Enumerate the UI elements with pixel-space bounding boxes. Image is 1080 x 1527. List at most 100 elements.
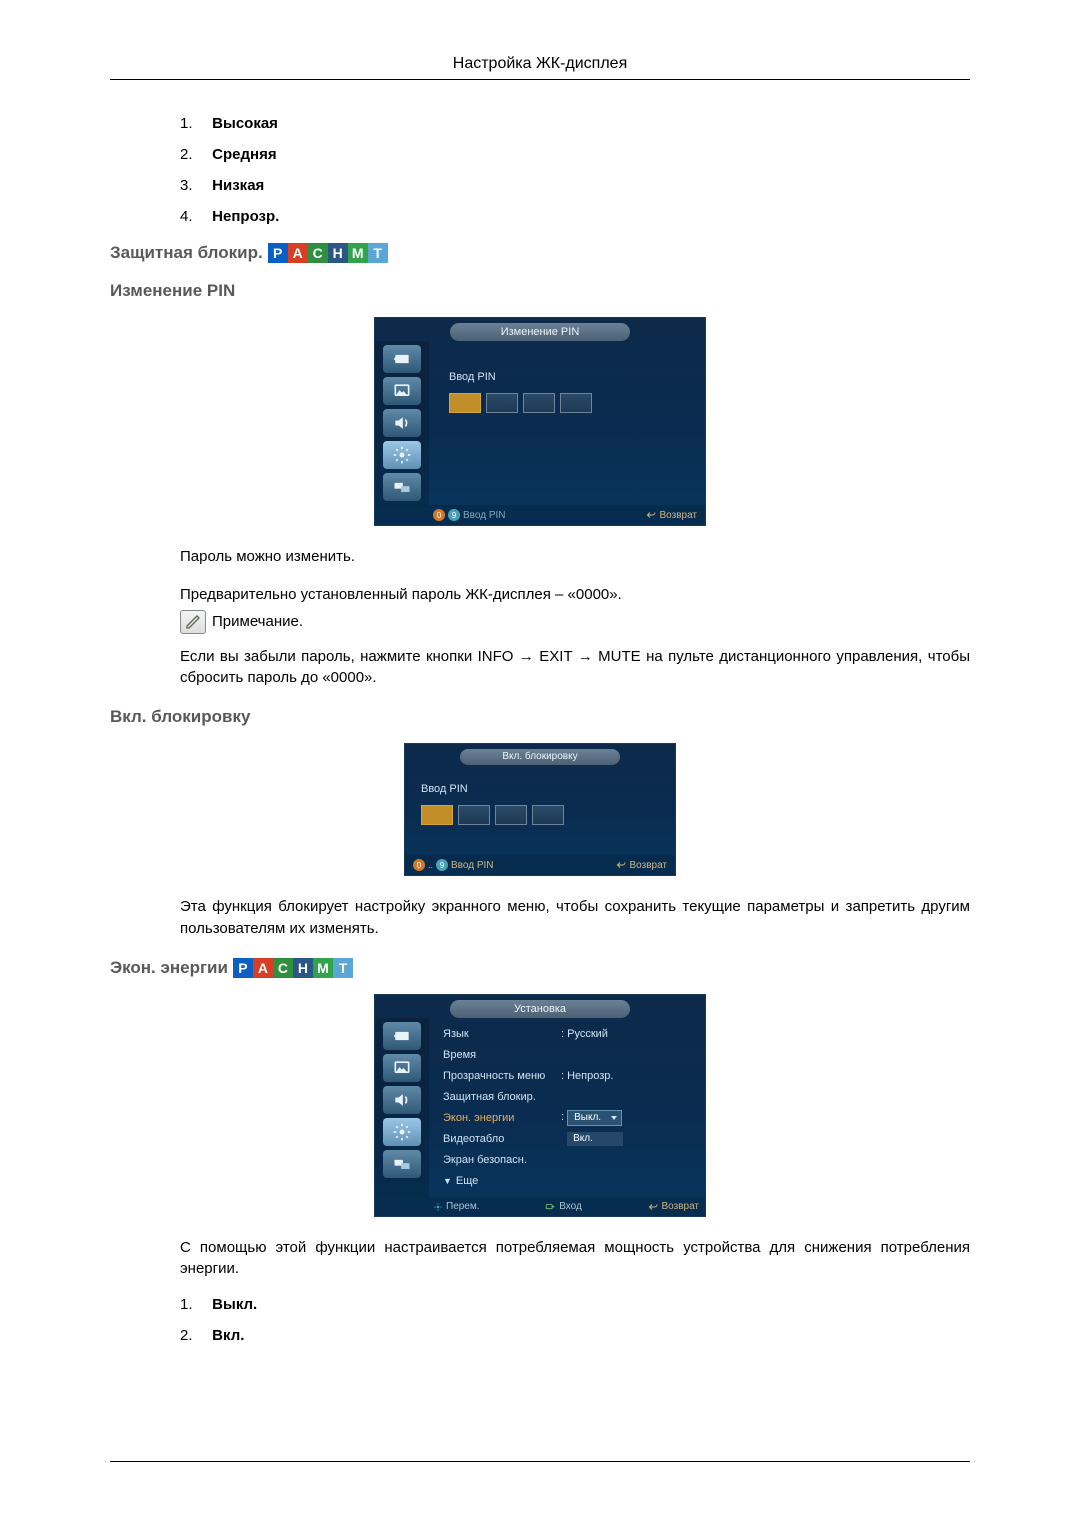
input-icon [383, 345, 421, 373]
p-icon: P [268, 243, 288, 263]
energy-options-list: 1. Выкл. 2. Вкл. [180, 1296, 970, 1344]
list-number: 3. [180, 177, 208, 194]
note-icon [180, 610, 206, 634]
menu-item-more: ▼ Еще [443, 1175, 478, 1187]
footer-enter-label: Вход [559, 1201, 582, 1212]
footer-left-label: Ввод PIN [463, 510, 506, 521]
settings-osd-screenshot: Установка Язык: Русский Время Прозрачнос… [374, 994, 706, 1217]
enter-pin-label: Ввод PIN [449, 371, 691, 383]
pin-digit-box [486, 393, 518, 413]
menu-value-language: : Русский [561, 1028, 695, 1040]
list-number: 2. [180, 146, 208, 163]
pin-digit-box [421, 805, 453, 825]
a-icon: A [253, 958, 273, 978]
footer-return-label: Возврат [662, 1201, 700, 1212]
osd-main: Ввод PIN [429, 341, 705, 505]
m-icon: M [313, 958, 333, 978]
enter-icon [544, 1202, 556, 1212]
pin-digit-box [495, 805, 527, 825]
list-number: 4. [180, 208, 208, 225]
menu-item-video-wall: Видеотабло [443, 1133, 561, 1145]
menu-item-screen-safety: Экран безопасн. [443, 1154, 561, 1166]
menu-value-transparency: : Непрозр. [561, 1070, 695, 1082]
h-icon: H [328, 243, 348, 263]
input-icon [383, 1022, 421, 1050]
list-label: Непрозр. [212, 208, 279, 225]
osd-footer: Перем. Вход Возврат [375, 1198, 705, 1216]
picture-icon [383, 1054, 421, 1082]
default-password-text: Предварительно установленный пароль ЖК-д… [180, 584, 970, 606]
pin-digit-box [449, 393, 481, 413]
enter-pin-label: Ввод PIN [421, 783, 659, 795]
energy-saving-heading: Экон. энергии P A C H M T [110, 958, 970, 978]
change-pin-osd-screenshot: Изменение PIN Ввод PIN [374, 317, 706, 526]
forgot-password-text: Если вы забыли пароль, нажмите кнопки IN… [180, 646, 970, 690]
list-item: 1. Высокая [180, 115, 970, 132]
security-lock-heading: Защитная блокир. P A C H M T [110, 243, 970, 263]
pin-digit-box [560, 393, 592, 413]
move-icon [433, 1202, 443, 1212]
list-label: Выкл. [212, 1296, 257, 1313]
pachmt-icon-strip: P A C H M T [233, 958, 353, 978]
pin-entry-row [449, 393, 691, 413]
osd-sidebar [375, 341, 429, 505]
list-item: 1. Выкл. [180, 1296, 970, 1313]
return-icon [615, 859, 627, 871]
heading-text: Экон. энергии [110, 958, 228, 978]
pin-digit-box [523, 393, 555, 413]
lock-description-text: Эта функция блокирует настройку экранног… [180, 896, 970, 940]
return-icon [645, 509, 657, 521]
pin-digit-box [458, 805, 490, 825]
list-item: 2. Вкл. [180, 1327, 970, 1344]
note-label: Примечание. [212, 613, 303, 630]
osd-footer: 0 .. 9 Ввод PIN Возврат [405, 855, 675, 875]
list-label: Низкая [212, 177, 264, 194]
footer-move-label: Перем. [446, 1201, 480, 1212]
energy-dropdown: Выкл. [567, 1110, 622, 1126]
list-item: 2. Средняя [180, 146, 970, 163]
footer-right-label: Возврат [630, 860, 668, 871]
note-row: Примечание. [180, 610, 970, 634]
footer-left-label: Ввод PIN [451, 860, 494, 871]
page-header: Настройка ЖК-дисплея [110, 55, 970, 80]
digit-dot-icon: 0 [433, 509, 445, 521]
list-label: Вкл. [212, 1327, 244, 1344]
menu-item-security-lock: Защитная блокир. [443, 1091, 561, 1103]
osd-title: Установка [450, 1000, 630, 1018]
osd-settings-list: Язык: Русский Время Прозрачность меню: Н… [429, 1018, 705, 1198]
c-icon: C [273, 958, 293, 978]
list-number: 1. [180, 1296, 208, 1313]
digit-dot-icon: 0 [413, 859, 425, 871]
more-label: Еще [456, 1175, 478, 1187]
footer-right-label: Возврат [660, 510, 698, 521]
menu-item-time: Время [443, 1049, 561, 1061]
energy-description-text: С помощью этой функции настраивается пот… [180, 1237, 970, 1281]
list-item: 3. Низкая [180, 177, 970, 194]
lock-on-heading: Вкл. блокировку [110, 707, 970, 727]
change-pin-heading: Изменение PIN [110, 281, 970, 301]
osd-sidebar [375, 1018, 429, 1198]
sound-icon [383, 1086, 421, 1114]
osd-title: Вкл. блокировку [460, 749, 620, 765]
pachmt-icon-strip: P A C H M T [268, 243, 388, 263]
osd-title: Изменение PIN [450, 323, 630, 341]
setup-icon [383, 1118, 421, 1146]
setup-icon [383, 441, 421, 469]
m-icon: M [348, 243, 368, 263]
a-icon: A [288, 243, 308, 263]
menu-item-energy-saving: Экон. энергии [443, 1112, 561, 1124]
digit-dot-icon: 9 [436, 859, 448, 871]
multi-icon [383, 1150, 421, 1178]
pin-digit-box [532, 805, 564, 825]
multi-icon [383, 473, 421, 501]
digit-dot-icon: 9 [448, 509, 460, 521]
c-icon: C [308, 243, 328, 263]
footer-rule [110, 1461, 970, 1462]
return-icon [647, 1201, 659, 1213]
list-label: Высокая [212, 115, 278, 132]
t-icon: T [333, 958, 353, 978]
transparency-options-list: 1. Высокая 2. Средняя 3. Низкая 4. Непро… [180, 115, 970, 225]
picture-icon [383, 377, 421, 405]
p-icon: P [233, 958, 253, 978]
list-label: Средняя [212, 146, 276, 163]
